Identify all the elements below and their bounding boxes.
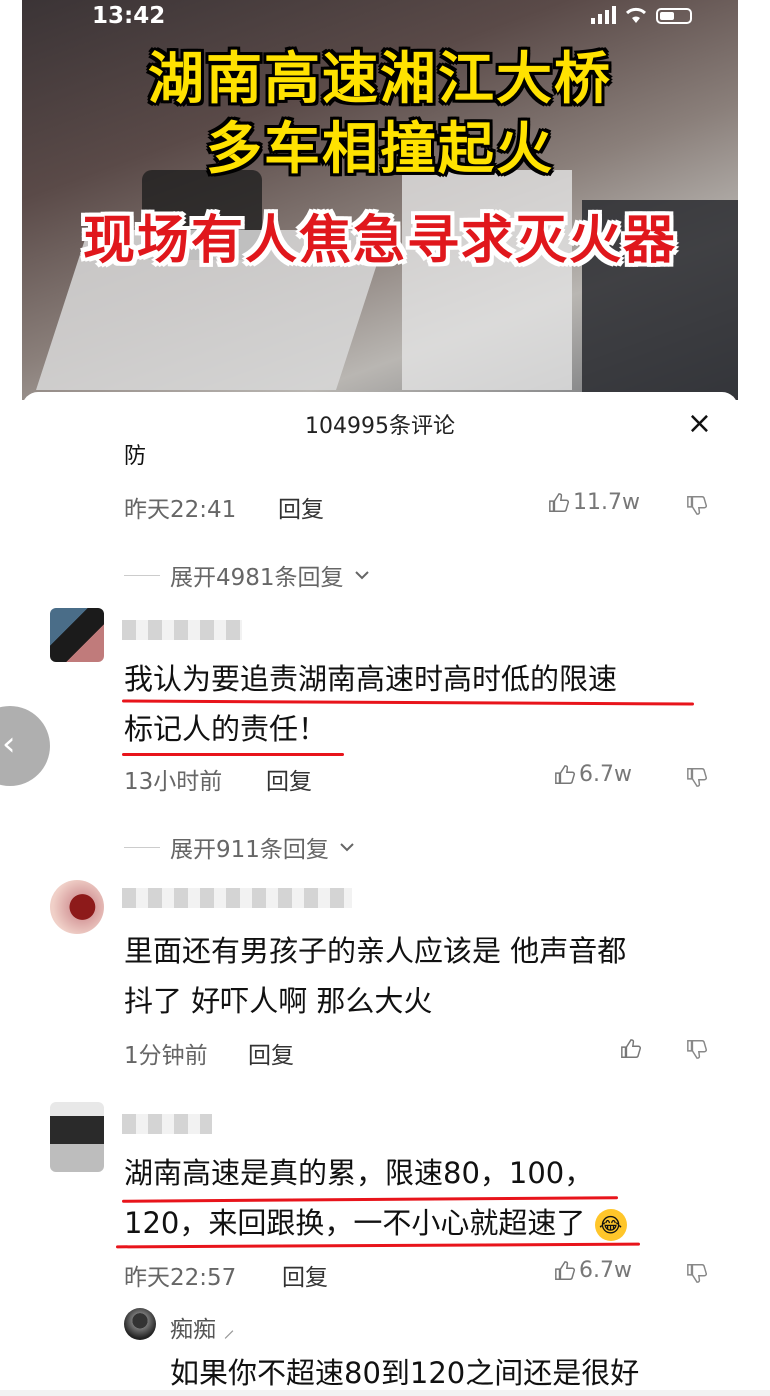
username-blurred[interactable] bbox=[122, 888, 352, 908]
divider-line bbox=[124, 574, 160, 576]
avatar[interactable] bbox=[50, 1102, 104, 1172]
battery-icon bbox=[656, 8, 692, 24]
username-blurred[interactable] bbox=[122, 1114, 212, 1134]
username-blurred[interactable] bbox=[122, 620, 242, 640]
thumbs-up-icon bbox=[549, 492, 570, 512]
video-thumbnail[interactable]: 13:42 湖南高速湘江大桥 多车相撞起火 现场有人焦急寻求灭火器 bbox=[22, 0, 738, 400]
reply-button[interactable]: 回复 bbox=[266, 762, 312, 796]
expand-replies-button[interactable]: 展开911条回复 bbox=[124, 830, 355, 864]
video-caption-line2: 多车相撞起火 bbox=[206, 117, 554, 182]
chevron-left-icon: ‹ bbox=[2, 724, 16, 764]
wifi-icon bbox=[625, 7, 647, 23]
expand-replies-label: 展开911条回复 bbox=[170, 837, 329, 863]
reply-button[interactable]: 回复 bbox=[278, 490, 324, 524]
comment-time: 昨天22:41 bbox=[124, 497, 237, 523]
thumbs-up-icon bbox=[555, 1260, 576, 1280]
avatar[interactable] bbox=[124, 1308, 156, 1340]
expand-replies-button[interactable]: 展开4981条回复 bbox=[124, 558, 370, 592]
divider-line bbox=[124, 846, 160, 848]
video-caption-line1: 湖南高速湘江大桥 bbox=[148, 47, 612, 112]
status-time: 13:42 bbox=[92, 3, 166, 29]
like-count: 6.7w bbox=[579, 1258, 632, 1283]
reply-button[interactable]: 回复 bbox=[282, 1258, 328, 1292]
sub-reply-username[interactable]: 痴痴 ⸝ bbox=[170, 1310, 235, 1344]
like-button[interactable]: 11.7w bbox=[548, 490, 640, 515]
comments-sheet: 104995条评论 × 防 昨天22:41 回复 11.7w 展开4981条回复… bbox=[22, 392, 738, 1396]
comment-text-fragment: 防 bbox=[124, 444, 147, 466]
bottom-divider bbox=[0, 1390, 770, 1396]
comment-time: 昨天22:57 bbox=[124, 1265, 237, 1291]
avatar[interactable] bbox=[50, 880, 104, 934]
comment-text-line1: 湖南高速是真的累，限速80，100， bbox=[124, 1156, 594, 1190]
chevron-down-icon bbox=[354, 571, 369, 580]
thumbs-down-icon[interactable] bbox=[686, 1038, 708, 1060]
like-count: 11.7w bbox=[573, 490, 640, 515]
laughing-emoji-icon: 😂 bbox=[594, 1209, 627, 1241]
thumbs-up-icon bbox=[555, 764, 576, 784]
thumbs-down-icon[interactable] bbox=[686, 766, 708, 788]
comment-text-line2: 标记人的责任！ bbox=[124, 712, 328, 746]
thumbs-down-icon[interactable] bbox=[686, 494, 708, 516]
like-button[interactable]: 6.7w bbox=[554, 762, 632, 787]
annotation-underline bbox=[122, 753, 344, 756]
status-icons bbox=[591, 6, 692, 24]
chevron-down-icon bbox=[340, 843, 354, 852]
avatar[interactable] bbox=[50, 608, 104, 662]
thumbs-up-icon[interactable] bbox=[620, 1038, 642, 1060]
comment-time: 1分钟前 bbox=[124, 1043, 208, 1069]
comments-count-title: 104995条评论 bbox=[305, 414, 455, 439]
expand-replies-label: 展开4981条回复 bbox=[170, 565, 344, 591]
sub-reply-text: 如果你不超速80到120之间还是很好 bbox=[170, 1356, 640, 1390]
reply-button[interactable]: 回复 bbox=[248, 1036, 294, 1070]
thumbs-down-icon[interactable] bbox=[686, 1262, 708, 1284]
comment-text: 里面还有男孩子的亲人应该是 他声音都 抖了 好吓人啊 那么大火 bbox=[124, 926, 704, 1026]
comment-text-line2: 抖了 好吓人啊 那么大火 bbox=[124, 984, 433, 1018]
like-button[interactable]: 6.7w bbox=[554, 1258, 632, 1283]
video-caption-line3: 现场有人焦急寻求灭火器 bbox=[82, 211, 677, 271]
signal-icon bbox=[591, 6, 616, 24]
close-icon[interactable]: × bbox=[687, 406, 712, 441]
comment-text-line1: 里面还有男孩子的亲人应该是 他声音都 bbox=[124, 934, 627, 968]
comment-text-line1: 我认为要追责湖南高速时高时低的限速 bbox=[124, 662, 618, 696]
comment-time: 13小时前 bbox=[124, 769, 223, 795]
comment-text-line2: 120，来回跟换，一不小心就超速了 bbox=[124, 1206, 586, 1240]
like-count: 6.7w bbox=[579, 762, 632, 787]
status-bar: 13:42 bbox=[22, 0, 738, 34]
